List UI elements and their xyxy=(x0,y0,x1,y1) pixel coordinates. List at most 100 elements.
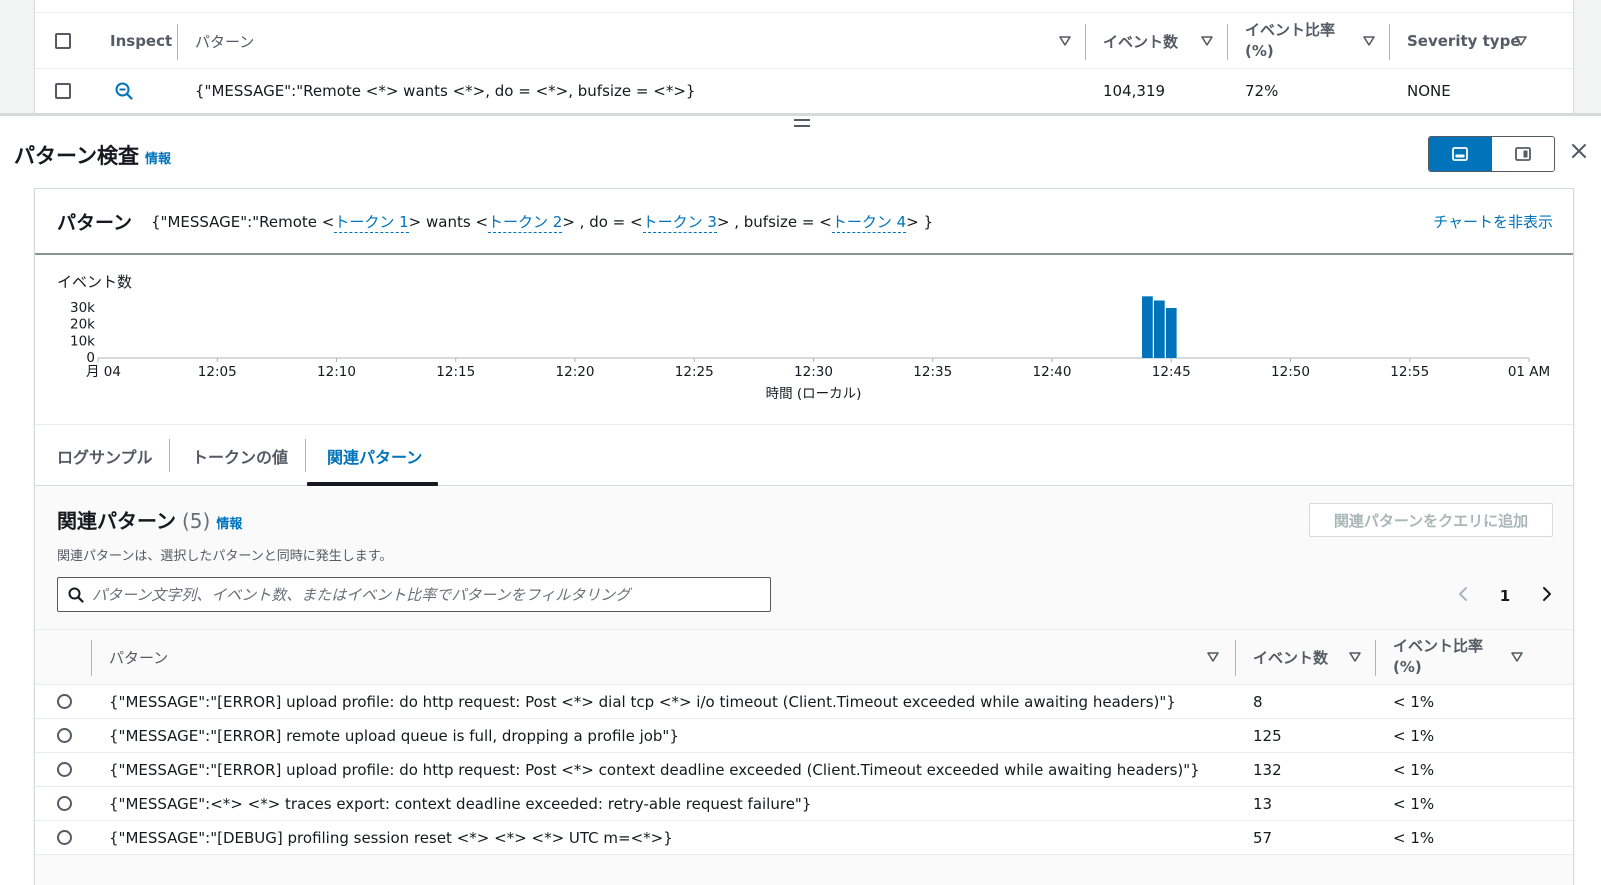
related-count: (5) xyxy=(182,509,211,533)
chart-canvas: 30k20k10k0月 04 12:05 12:10 12:15 12:20 12:25 1… xyxy=(70,296,1550,402)
inspect-zoom-icon[interactable] xyxy=(115,70,133,112)
add-related-to-query-button[interactable]: 関連パターンをクエリに追加 xyxy=(1309,503,1553,537)
chart-bar xyxy=(1142,296,1153,358)
sort-event-ratio-icon[interactable] xyxy=(1363,14,1375,68)
current-page[interactable]: 1 xyxy=(1500,587,1510,605)
related-header-ratio-line1: イベント比率 xyxy=(1393,637,1484,655)
header-inspect: Inspect xyxy=(110,32,173,50)
close-icon[interactable] xyxy=(1568,140,1590,162)
active-tab-indicator xyxy=(307,482,438,486)
chart-y-tick-label: 30k xyxy=(70,300,95,316)
column-resizer[interactable] xyxy=(1389,24,1390,60)
pattern-part: {"MESSAGE":"Remote < xyxy=(151,212,335,231)
view-bottom-button[interactable] xyxy=(1429,137,1491,171)
column-resizer[interactable] xyxy=(177,24,178,60)
column-resizer[interactable] xyxy=(91,640,92,676)
sort-pattern-icon[interactable] xyxy=(1059,14,1071,68)
view-side-button[interactable] xyxy=(1491,137,1554,171)
sort-severity-icon[interactable] xyxy=(1515,14,1527,68)
token-1-link[interactable]: トークン 1 xyxy=(334,212,409,233)
row-radio[interactable] xyxy=(57,762,72,777)
sort-related-pattern-icon[interactable] xyxy=(1207,630,1219,684)
tab-related-patterns[interactable]: 関連パターン xyxy=(327,425,422,486)
token-2-link[interactable]: トークン 2 xyxy=(488,212,563,233)
panel-bottom-icon xyxy=(1452,147,1468,161)
column-resizer[interactable] xyxy=(1235,640,1236,676)
table-row[interactable]: {"MESSAGE":"[DEBUG] profiling session re… xyxy=(35,821,1573,855)
chart-x-tick-label: 12:35 xyxy=(913,364,952,380)
select-all-checkbox[interactable] xyxy=(55,33,71,49)
next-page-chevron-icon[interactable] xyxy=(1541,586,1553,606)
row-radio[interactable] xyxy=(57,694,72,709)
related-patterns-section: 関連パターン (5) 情報 関連パターンは、選択したパターンと同時に発生します。… xyxy=(35,487,1573,885)
select-all-cell xyxy=(55,14,71,68)
chart-bar xyxy=(1165,308,1177,358)
column-resizer[interactable] xyxy=(1085,24,1086,60)
column-resizer[interactable] xyxy=(1375,640,1376,676)
related-row-count: 8 xyxy=(1253,692,1263,711)
chart-y-tick-label: 20k xyxy=(70,317,95,333)
header-pattern[interactable]: パターン xyxy=(195,14,254,68)
header-event-ratio[interactable]: イベント比率 (%) xyxy=(1245,14,1335,68)
related-header-event-ratio[interactable]: イベント比率 (%) xyxy=(1393,630,1483,684)
chart-x-tick-label: 月 04 xyxy=(86,364,121,380)
pattern-table-section: Inspect パターン イベント数 イベント比率 (%) Severity t… xyxy=(0,0,1601,114)
chart-x-tick-label: 01 AM xyxy=(1508,364,1550,380)
row-event-ratio: 72% xyxy=(1245,82,1279,100)
row-select-cell xyxy=(55,70,71,112)
related-header-pattern[interactable]: パターン xyxy=(109,630,168,684)
token-3-link[interactable]: トークン 3 xyxy=(642,212,717,233)
tab-log-samples[interactable]: ログサンプル xyxy=(57,425,153,486)
chart-x-tick-label: 12:10 xyxy=(317,364,356,380)
pattern-inspect-card: パターン {"MESSAGE":"Remote <トークン 1> wants <… xyxy=(34,188,1574,885)
table-row[interactable]: {"MESSAGE":<*> <*> traces export: contex… xyxy=(35,787,1573,821)
related-header-event-count[interactable]: イベント数 xyxy=(1253,630,1328,684)
table-row[interactable]: {"MESSAGE":"Remote <*> wants <*>, do = <… xyxy=(35,70,1573,112)
sort-related-count-icon[interactable] xyxy=(1349,630,1361,684)
row-radio[interactable] xyxy=(57,796,72,811)
pattern-part: > } xyxy=(906,212,934,231)
row-radio[interactable] xyxy=(57,728,72,743)
sort-event-count-icon[interactable] xyxy=(1201,14,1213,68)
chart-x-axis-label: 時間 (ローカル) xyxy=(766,386,862,402)
row-checkbox[interactable] xyxy=(55,83,71,99)
related-patterns-table: パターン イベント数 イベント比率 (%) {"MESSAGE":"[ERROR… xyxy=(35,629,1573,855)
row-radio-cell xyxy=(57,719,72,752)
tab-token-values[interactable]: トークンの値 xyxy=(192,425,288,486)
related-row-pattern: {"MESSAGE":"[DEBUG] profiling session re… xyxy=(109,828,673,847)
chart-x-tick-label: 12:25 xyxy=(675,364,714,380)
view-mode-toggle xyxy=(1428,136,1555,172)
token-4-link[interactable]: トークン 4 xyxy=(831,212,907,233)
related-row-count: 132 xyxy=(1253,760,1282,779)
table-row[interactable]: {"MESSAGE":"[ERROR] remote upload queue … xyxy=(35,719,1573,753)
header-severity[interactable]: Severity type xyxy=(1407,14,1521,68)
chart-bar xyxy=(1153,300,1165,358)
row-radio-cell xyxy=(57,821,72,854)
header-event-ratio-line1: イベント比率 xyxy=(1245,21,1336,39)
chart-x-tick-label: 12:15 xyxy=(436,364,475,380)
panel-splitter[interactable] xyxy=(0,113,1601,116)
header-event-count[interactable]: イベント数 xyxy=(1103,14,1178,68)
related-description: 関連パターンは、選択したパターンと同時に発生します。 xyxy=(57,549,393,564)
related-info-link[interactable]: 情報 xyxy=(216,513,242,532)
row-radio-cell xyxy=(57,753,72,786)
filter-input[interactable] xyxy=(92,585,770,604)
row-radio[interactable] xyxy=(57,830,72,845)
table-row[interactable]: {"MESSAGE":"[ERROR] upload profile: do h… xyxy=(35,753,1573,787)
related-row-ratio: < 1% xyxy=(1393,692,1435,711)
related-row-count: 57 xyxy=(1253,828,1273,847)
pattern-part: > wants < xyxy=(408,212,489,231)
chart-x-tick-label: 12:20 xyxy=(556,364,595,380)
row-radio-cell xyxy=(57,685,72,718)
resize-handle-icon[interactable] xyxy=(794,119,810,129)
pattern-part: > , bufsize = < xyxy=(716,212,832,231)
sort-related-ratio-icon[interactable] xyxy=(1511,630,1523,684)
column-resizer[interactable] xyxy=(1227,24,1228,60)
table-row[interactable]: {"MESSAGE":"[ERROR] upload profile: do h… xyxy=(35,685,1573,719)
panel-side-icon xyxy=(1515,147,1531,161)
chart-y-tick-label: 10k xyxy=(70,333,95,349)
hide-chart-link[interactable]: チャートを非表示 xyxy=(1433,211,1553,232)
prev-page-chevron-icon[interactable] xyxy=(1457,586,1469,606)
chart-x-tick-label: 12:05 xyxy=(198,364,237,380)
panel-info-link[interactable]: 情報 xyxy=(145,148,171,167)
